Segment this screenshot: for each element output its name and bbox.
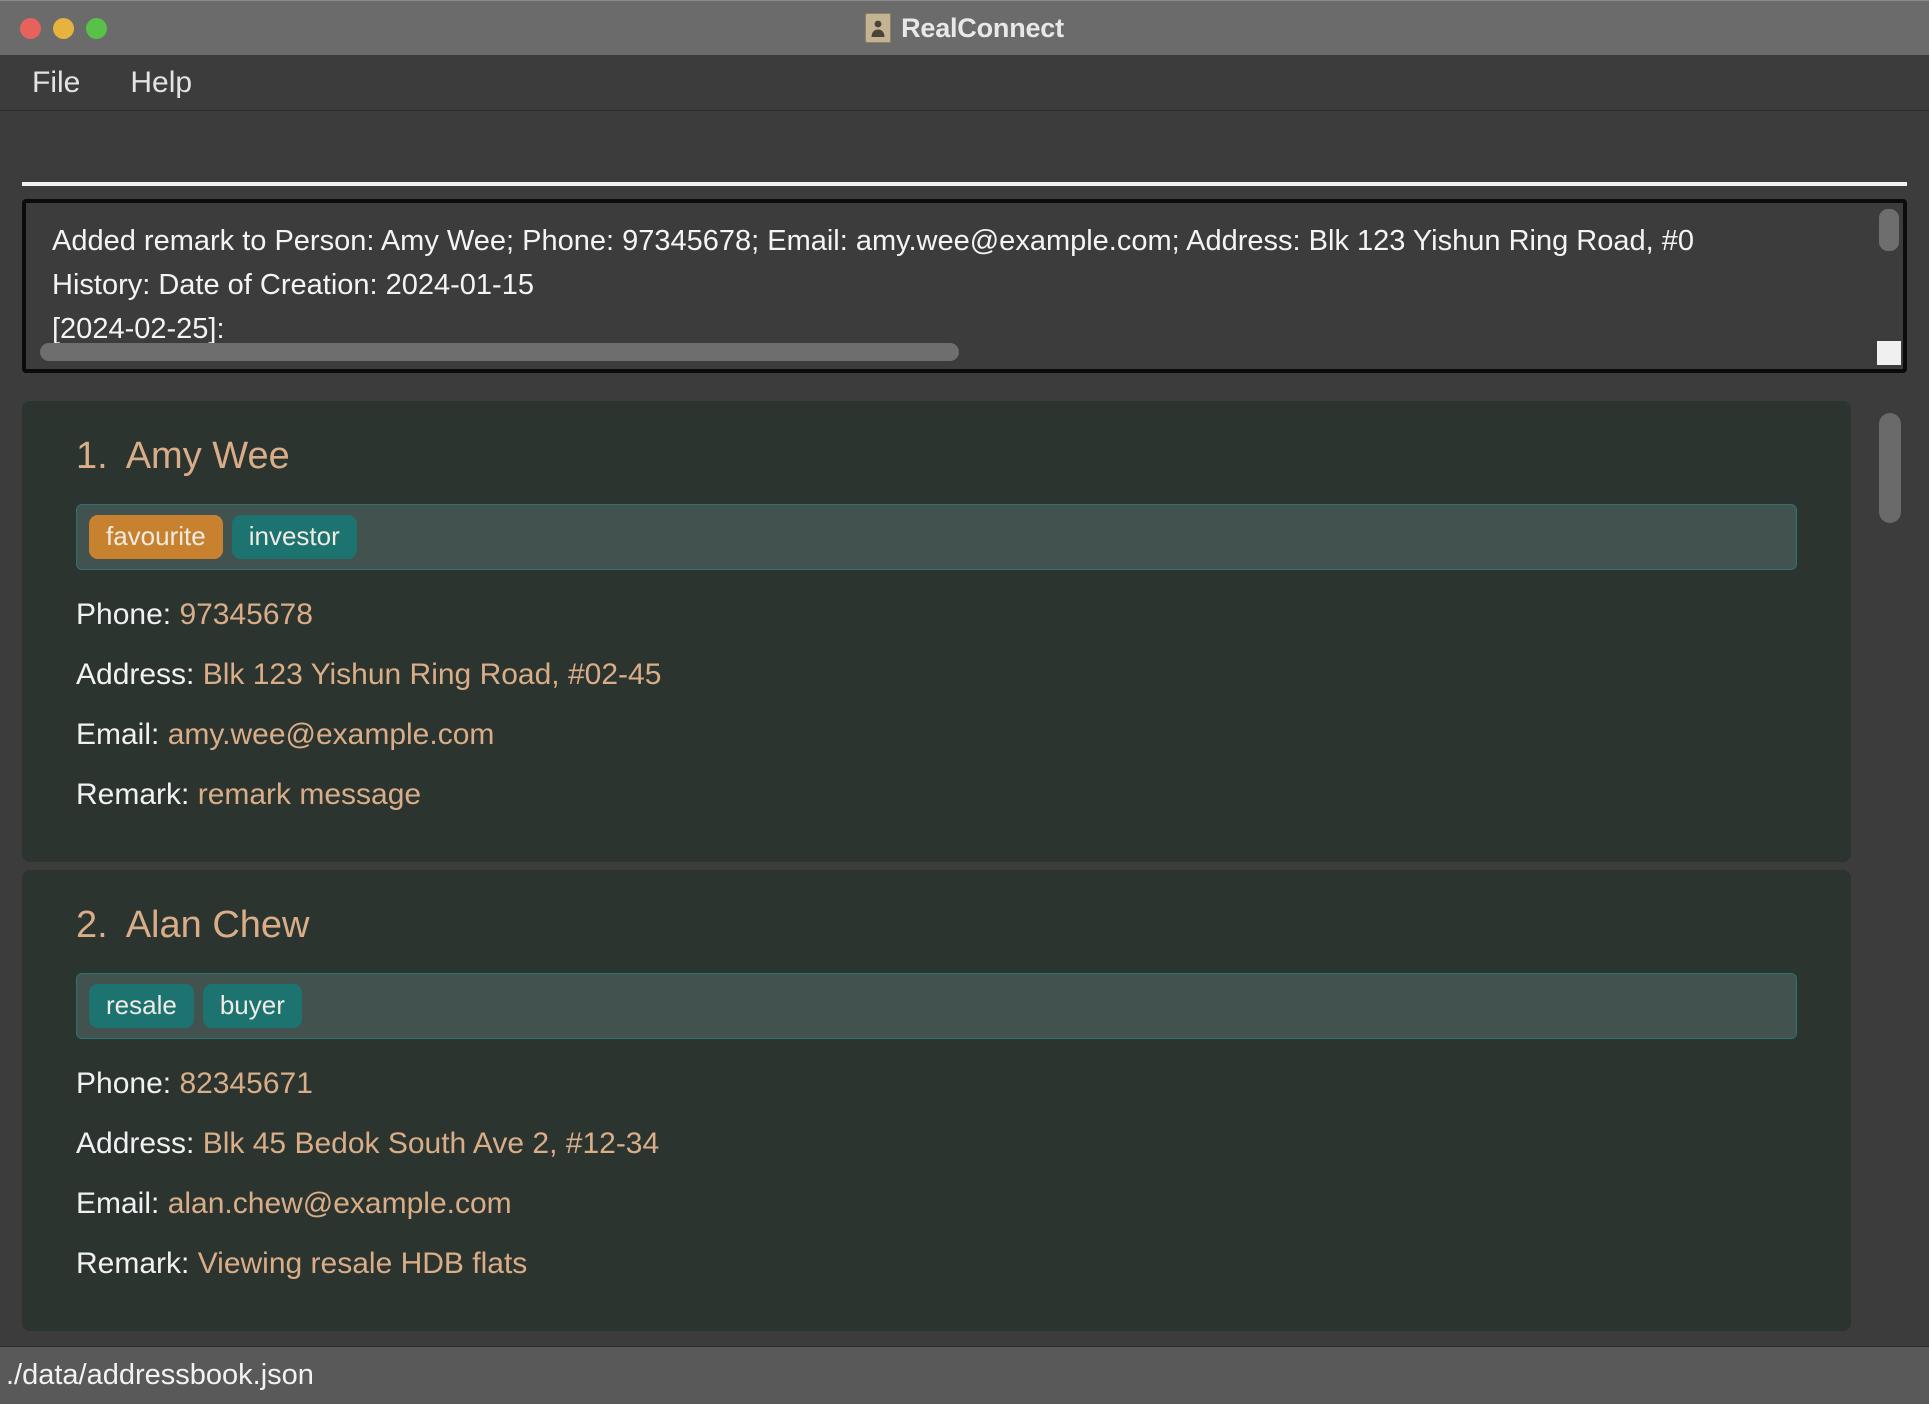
person-tag-bar: favourite investor [76, 504, 1797, 570]
command-box-area [0, 111, 1929, 199]
person-list-panel: 1. Amy Wee favourite investor Phone: 973… [0, 385, 1929, 1346]
menu-bar: File Help [0, 55, 1929, 111]
person-tag-bar: resale buyer [76, 972, 1797, 1039]
window-title: RealConnect [901, 12, 1064, 43]
person-field-address: Address: Blk 123 Yishun Ring Road, #02-4… [22, 652, 1851, 698]
minimize-window-button[interactable] [53, 17, 74, 39]
field-label: Phone: [76, 1066, 172, 1100]
person-tag[interactable]: buyer [202, 983, 302, 1028]
person-field-phone: Phone: 82345671 [22, 1061, 1851, 1107]
field-value: 97345678 [179, 597, 313, 631]
person-header: 2. Alan Chew [22, 904, 1851, 947]
result-line: Added remark to Person: Amy Wee; Phone: … [52, 225, 1694, 257]
person-field-remark: Remark: remark message [22, 772, 1851, 818]
field-label: Remark: [76, 777, 190, 811]
field-label: Email: [76, 1186, 160, 1220]
person-name: Alan Chew [125, 903, 310, 946]
field-value: Blk 45 Bedok South Ave 2, #12-34 [202, 1126, 660, 1160]
status-bar: ./data/addressbook.json [0, 1346, 1929, 1404]
result-display-box[interactable]: Added remark to Person: Amy Wee; Phone: … [22, 199, 1907, 373]
menu-item-help[interactable]: Help [122, 64, 200, 102]
person-field-remark: Remark: Viewing resale HDB flats [22, 1241, 1851, 1287]
window-controls [20, 17, 107, 39]
field-value: Viewing resale HDB flats [197, 1246, 528, 1280]
person-field-email: Email: alan.chew@example.com [22, 1181, 1851, 1227]
person-tag[interactable]: investor [231, 515, 357, 559]
result-vertical-scrollbar-thumb[interactable] [1879, 209, 1899, 251]
contact-person-icon [865, 13, 892, 43]
result-horizontal-scrollbar[interactable] [40, 343, 1877, 361]
person-field-email: Email: amy.wee@example.com [22, 712, 1851, 758]
field-label: Phone: [76, 597, 172, 631]
person-list-scrollbar-thumb[interactable] [1879, 413, 1901, 523]
result-line: History: Date of Creation: 2024-01-15 [52, 269, 534, 301]
field-label: Email: [76, 717, 160, 751]
field-label: Address: [76, 657, 195, 691]
result-horizontal-scrollbar-thumb[interactable] [40, 343, 959, 361]
person-field-address: Address: Blk 45 Bedok South Ave 2, #12-3… [22, 1121, 1851, 1167]
title-bar: RealConnect [0, 0, 1929, 55]
save-location-status: ./data/addressbook.json [6, 1359, 314, 1391]
person-card[interactable]: 2. Alan Chew resale buyer Phone: 8234567… [22, 869, 1851, 1331]
application-window: RealConnect File Help Added remark to Pe… [0, 0, 1929, 1404]
field-value: alan.chew@example.com [167, 1186, 512, 1220]
zoom-window-button[interactable] [86, 17, 107, 39]
window-title-group: RealConnect [0, 1, 1929, 55]
person-field-phone: Phone: 97345678 [22, 592, 1851, 638]
person-index: 1. [76, 435, 108, 477]
result-vertical-scrollbar[interactable] [1879, 209, 1899, 343]
person-header: 1. Amy Wee [22, 435, 1851, 478]
person-list: 1. Amy Wee favourite investor Phone: 973… [22, 401, 1851, 1346]
field-value: remark message [197, 777, 422, 811]
result-display-area: Added remark to Person: Amy Wee; Phone: … [0, 199, 1929, 385]
field-label: Address: [76, 1126, 195, 1160]
field-label: Remark: [76, 1246, 190, 1280]
person-name: Amy Wee [125, 435, 290, 477]
field-value: amy.wee@example.com [167, 717, 495, 751]
close-window-button[interactable] [20, 17, 41, 39]
person-tag[interactable]: favourite [89, 515, 223, 559]
field-value: Blk 123 Yishun Ring Road, #02-45 [202, 657, 662, 691]
person-card[interactable]: 1. Amy Wee favourite investor Phone: 973… [22, 401, 1851, 862]
field-value: 82345671 [179, 1066, 313, 1100]
menu-item-file[interactable]: File [24, 64, 88, 102]
result-scrollbar-corner [1877, 341, 1901, 365]
person-tag[interactable]: resale [89, 983, 194, 1028]
person-list-scrollbar[interactable] [1879, 401, 1901, 1346]
command-input[interactable] [22, 124, 1907, 186]
person-index: 2. [76, 903, 108, 946]
